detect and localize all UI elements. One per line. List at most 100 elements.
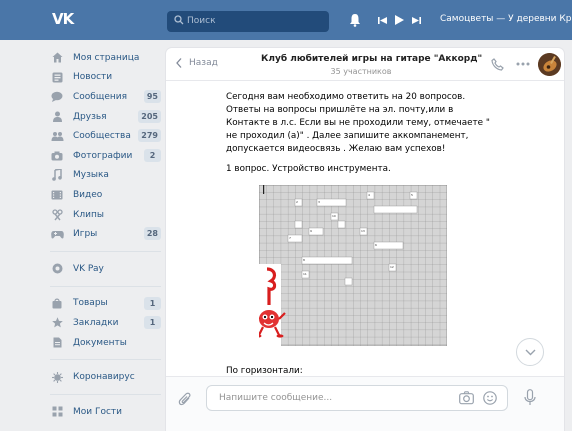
sidebar-divider: [50, 359, 161, 361]
video-icon: [50, 189, 64, 201]
star-icon: [50, 317, 64, 329]
sidebar-item-goods[interactable]: Товары 1: [46, 294, 161, 314]
left-sidebar: Моя страница Новости Сообщения 95 Друзья…: [46, 48, 161, 422]
vk-logo[interactable]: VK: [52, 10, 76, 28]
sidebar-item-label: Клипы: [73, 209, 104, 220]
chat-avatar[interactable]: [538, 53, 561, 76]
play-icon[interactable]: [395, 15, 404, 25]
search-field[interactable]: Поиск: [167, 11, 329, 32]
svg-text:4: 4: [368, 193, 370, 197]
horizontal-label: По горизонтали:: [226, 366, 303, 376]
sidebar-item-news[interactable]: Новости: [46, 68, 161, 88]
groups-count-badge: 279: [138, 129, 161, 143]
sidebar-item-video[interactable]: Видео: [46, 185, 161, 205]
sidebar-item-label: Друзья: [73, 111, 107, 122]
chat-title[interactable]: Клуб любителей игры на гитаре "Аккорд": [261, 54, 482, 64]
grid-icon: [50, 406, 64, 418]
sidebar-item-groups[interactable]: Сообщества 279: [46, 126, 161, 146]
svg-text:9: 9: [310, 229, 312, 233]
chevron-left-icon: [176, 58, 182, 68]
sidebar-item-label: Моя страница: [73, 52, 140, 63]
bell-icon[interactable]: [349, 13, 361, 27]
message-body: Сегодня вам необходимо ответить на 20 во…: [226, 92, 490, 154]
sidebar-item-music[interactable]: Музыка: [46, 166, 161, 186]
svg-text:11: 11: [303, 272, 307, 276]
virus-icon: [50, 371, 64, 383]
audio-player: [378, 13, 421, 27]
scroll-down-button[interactable]: [516, 338, 544, 366]
search-placeholder: Поиск: [187, 16, 216, 26]
chat-panel: Назад Клуб любителей игры на гитаре "Акк…: [166, 48, 564, 431]
previous-track-icon[interactable]: [378, 16, 387, 25]
sidebar-item-bookmarks[interactable]: Закладки 1: [46, 313, 161, 333]
svg-text:3: 3: [318, 200, 320, 204]
sidebar-item-photos[interactable]: Фотографии 2: [46, 146, 161, 166]
svg-text:8: 8: [303, 258, 305, 262]
sidebar-item-my-guests[interactable]: Мои Гости: [46, 402, 161, 422]
svg-text:12: 12: [390, 265, 394, 269]
chevron-down-icon: [525, 349, 535, 355]
document-icon: [50, 337, 64, 349]
music-icon: [50, 169, 64, 182]
svg-text:10: 10: [332, 214, 336, 218]
sidebar-item-label: Сообщества: [73, 131, 131, 142]
message-input[interactable]: Напишите сообщение...: [206, 385, 508, 411]
camera-icon: [50, 150, 64, 162]
crossword-image[interactable]: 2 3 4 5 8 11 6 13 9 7 10 12: [259, 185, 447, 346]
svg-text:2: 2: [296, 200, 298, 204]
paperclip-icon[interactable]: [178, 391, 192, 407]
next-track-icon[interactable]: [412, 16, 421, 25]
sidebar-item-label: Коронавирус: [73, 372, 135, 383]
microphone-icon[interactable]: [524, 389, 536, 406]
messages-count-badge: 95: [143, 90, 161, 104]
sidebar-item-label: Товары: [73, 298, 108, 309]
message-composer: Напишите сообщение...: [166, 376, 564, 431]
clips-icon: [50, 208, 64, 221]
top-bar: VK Поиск Самоцветы — У деревни Крюково: [0, 0, 572, 40]
back-button[interactable]: Назад: [176, 58, 218, 68]
smile-icon[interactable]: [483, 391, 497, 405]
sidebar-item-label: Игры: [73, 229, 98, 240]
svg-text:5: 5: [411, 193, 413, 197]
sidebar-item-label: Новости: [73, 72, 113, 83]
friends-icon: [50, 111, 64, 123]
shopping-bag-icon: [50, 297, 64, 309]
friends-count-badge: 205: [138, 109, 161, 123]
games-icon: [50, 228, 64, 240]
back-label: Назад: [189, 58, 218, 68]
sidebar-item-my-page[interactable]: Моя страница: [46, 48, 161, 68]
now-playing-track[interactable]: Самоцветы — У деревни Крюково: [440, 14, 572, 24]
search-icon: [174, 15, 184, 25]
groups-icon: [50, 130, 64, 142]
sidebar-divider: [50, 393, 161, 395]
sidebar-item-vkpay[interactable]: VK Pay: [46, 259, 161, 279]
games-count-badge: 28: [143, 227, 161, 241]
home-icon: [50, 52, 64, 64]
goods-count-badge: 1: [144, 296, 161, 310]
sidebar-divider: [50, 285, 161, 287]
message-input-placeholder: Напишите сообщение...: [219, 393, 333, 403]
sidebar-item-friends[interactable]: Друзья 205: [46, 107, 161, 127]
message-text: Сегодня вам необходимо ответить на 20 во…: [226, 91, 491, 167]
vkpay-icon: [50, 263, 64, 275]
camera-icon[interactable]: [459, 391, 474, 405]
sidebar-item-label: Сообщения: [73, 91, 128, 102]
sidebar-item-label: Видео: [73, 189, 103, 200]
question-label: 1 вопрос. Устройство инструмента.: [226, 164, 391, 174]
sidebar-item-messages[interactable]: Сообщения 95: [46, 87, 161, 107]
sidebar-item-games[interactable]: Игры 28: [46, 224, 161, 244]
photos-count-badge: 2: [144, 148, 161, 162]
sidebar-item-label: VK Pay: [73, 263, 104, 274]
sidebar-item-coronavirus[interactable]: Коронавирус: [46, 367, 161, 387]
chat-members-count[interactable]: 35 участников: [261, 67, 461, 76]
phone-icon[interactable]: [491, 58, 504, 71]
svg-text:7: 7: [289, 236, 291, 240]
messages-icon: [50, 91, 64, 103]
sidebar-item-label: Мои Гости: [73, 406, 123, 417]
sidebar-item-clips[interactable]: Клипы: [46, 205, 161, 225]
svg-text:6: 6: [375, 243, 377, 247]
bookmarks-count-badge: 1: [144, 316, 161, 330]
sidebar-item-label: Закладки: [73, 317, 119, 328]
sidebar-item-documents[interactable]: Документы: [46, 333, 161, 353]
more-icon[interactable]: [516, 62, 530, 66]
